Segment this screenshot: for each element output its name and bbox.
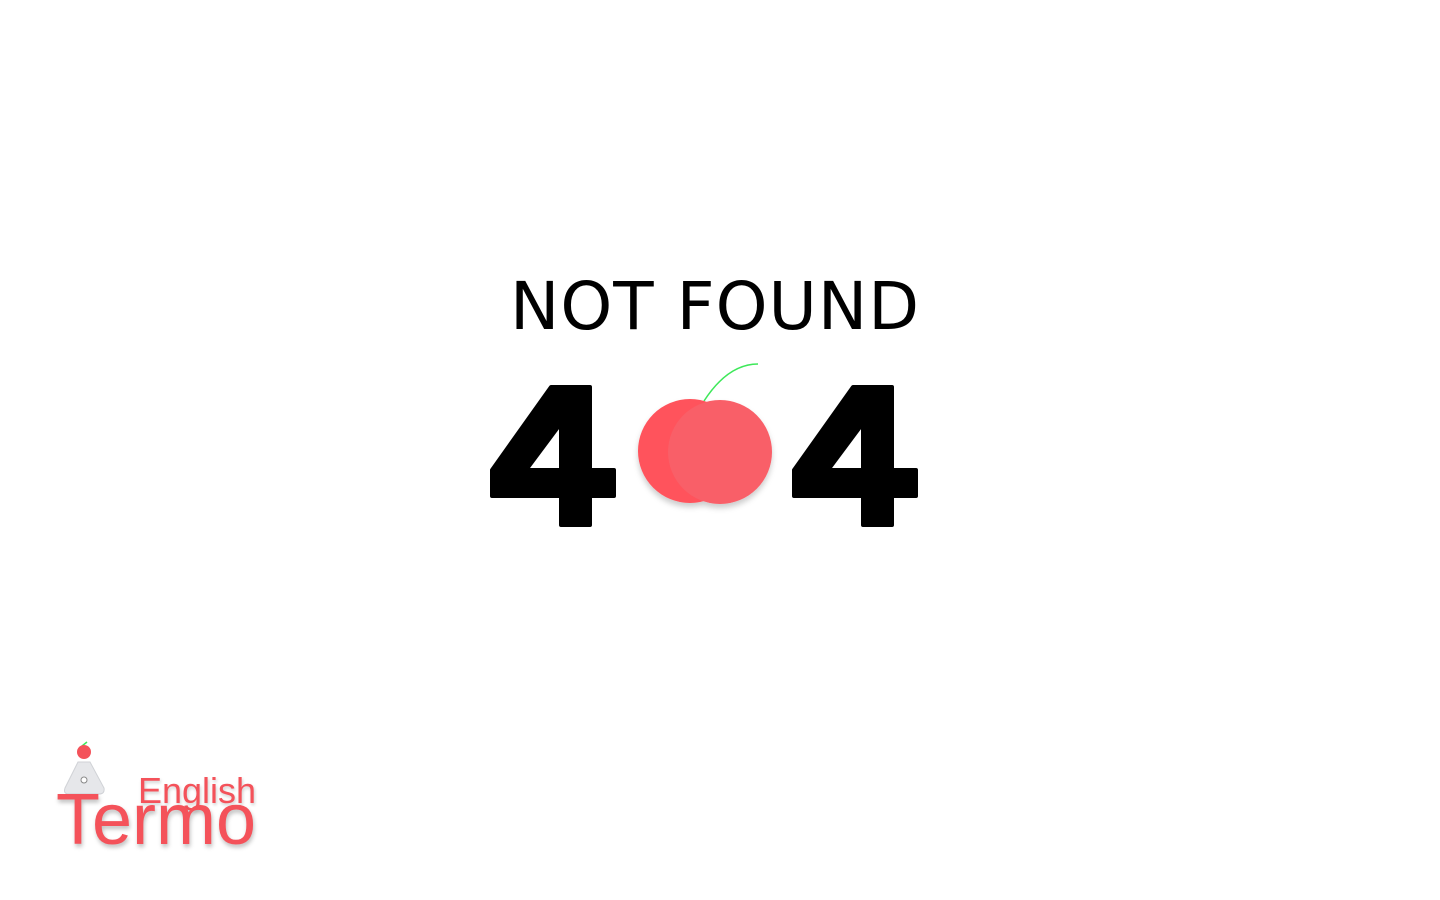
apple-icon [638,399,772,504]
digit-four-right [792,385,918,527]
digit-four-left [490,385,616,527]
termo-english-logo[interactable]: English Termo [50,738,270,868]
logo-text-termo: Termo [56,780,257,860]
apple-stem [703,363,759,402]
